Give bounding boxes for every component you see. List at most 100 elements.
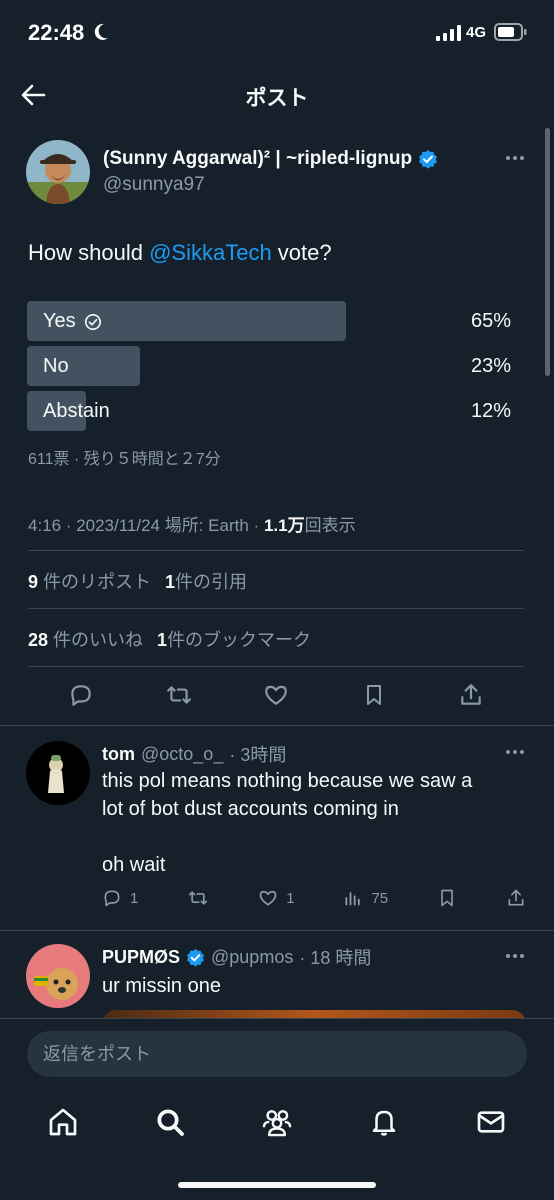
more-options-icon[interactable]: [506, 156, 524, 160]
author-avatar[interactable]: [26, 140, 90, 204]
verified-badge-icon: [419, 150, 438, 169]
poll-option-percent: 23%: [470, 355, 511, 377]
battery-icon: [494, 22, 528, 47]
mention-link[interactable]: @SikkaTech: [149, 240, 272, 265]
bar-chart-icon: [345, 892, 361, 906]
heart-icon: [265, 685, 287, 705]
home-indicator: [178, 1182, 376, 1188]
reply-button[interactable]: [66, 680, 96, 710]
like-count: 1: [286, 889, 295, 907]
poll-meta: 611票 · 残り５時間と２7分: [28, 451, 221, 468]
reply-author-handle[interactable]: @pupmos: [211, 947, 293, 968]
reply-text: this pol means nothing because we saw a …: [102, 767, 522, 879]
reply-icon: [104, 890, 120, 907]
view-count: 75: [371, 889, 389, 907]
reply-input[interactable]: [27, 1031, 527, 1077]
post-text: How should @SikkaTech vote?: [28, 240, 332, 266]
reply-text-line: oh wait: [102, 854, 166, 876]
reply-item[interactable]: tom @octo_o_ · 3時間 this pol means nothin…: [0, 725, 554, 930]
like-stats: 28 件のいいね 1件のブックマーク: [28, 626, 311, 652]
likes-count: 28: [28, 630, 49, 650]
page-title: ポスト: [245, 87, 309, 110]
reply-composer: [0, 1018, 554, 1090]
bookmarks-link[interactable]: 1件のブックマーク: [157, 630, 311, 650]
poll-option[interactable]: Yes 65%: [27, 301, 517, 341]
tab-communities[interactable]: [255, 1100, 299, 1144]
repost-icon: [189, 891, 208, 905]
share-icon: [461, 684, 481, 705]
reply-author-name[interactable]: PUPMØS: [102, 947, 180, 968]
quotes-link[interactable]: 1件の引用: [165, 572, 247, 592]
author-name-text: (Sunny Aggarwal)² | ~ripled-lignup: [103, 148, 413, 169]
reply-count: 1: [130, 889, 139, 907]
search-icon: [157, 1109, 185, 1136]
check-circle-icon: [84, 313, 101, 330]
reply-share-button[interactable]: [506, 888, 526, 908]
reply-icon: [71, 685, 91, 706]
post-action-bar: [28, 680, 524, 716]
reply-avatar[interactable]: [26, 944, 90, 1008]
repost-stats: 9 件のリポスト 1件の引用: [28, 568, 247, 594]
tab-messages[interactable]: [469, 1100, 513, 1144]
reply-author-handle[interactable]: @octo_o_: [141, 744, 223, 765]
poll-option[interactable]: Abstain 12%: [27, 391, 517, 431]
poll-option[interactable]: No 23%: [27, 346, 517, 386]
scrollbar[interactable]: [545, 128, 550, 376]
poll-option-percent: 12%: [470, 400, 511, 422]
moon-icon: [92, 22, 110, 47]
reply-repost-button[interactable]: [187, 888, 209, 908]
likes-label: 件のいいね: [53, 630, 144, 650]
reply-header: PUPMØS @pupmos · 18 時間: [102, 944, 371, 970]
reply-header: tom @octo_o_ · 3時間: [102, 741, 286, 767]
reposts-link[interactable]: 9 件のリポスト: [28, 572, 151, 592]
divider: [28, 608, 524, 609]
reply-avatar[interactable]: [26, 741, 90, 805]
reply-like-button[interactable]: 1: [258, 888, 295, 908]
more-options-icon[interactable]: [506, 954, 524, 958]
reply-time: · 3時間: [229, 745, 287, 765]
bookmark-icon: [366, 685, 381, 705]
mail-icon: [477, 1111, 504, 1133]
reply-text-line: ur missin one: [102, 975, 221, 997]
reply-author-name[interactable]: tom: [102, 744, 135, 765]
divider: [28, 550, 524, 551]
poll-option-text: No: [43, 355, 69, 377]
reply-action-bar: 1 1 75: [102, 888, 526, 908]
tab-search[interactable]: [148, 1100, 192, 1144]
header: ポスト: [0, 66, 554, 124]
signal-icon: [436, 25, 462, 46]
poll-option-text: Yes: [43, 310, 76, 332]
reply-bookmark-button[interactable]: [437, 888, 457, 908]
bookmarks-count: 1: [157, 630, 168, 650]
reply-reply-button[interactable]: 1: [102, 888, 138, 908]
network-label: 4G: [466, 24, 487, 41]
reply-views-button[interactable]: 75: [343, 888, 388, 908]
poll-option-text: Abstain: [43, 400, 110, 422]
poll-option-label: Abstain: [43, 400, 110, 423]
more-options-icon[interactable]: [506, 750, 524, 754]
author-handle[interactable]: @sunnya97: [103, 174, 205, 196]
share-icon: [508, 889, 524, 906]
quotes-label: 件の引用: [175, 572, 248, 592]
repost-button[interactable]: [164, 680, 194, 710]
reply-text: ur missin one: [102, 972, 522, 1000]
reply-text-line: lot of bot dust accounts coming in: [102, 798, 399, 820]
author-name[interactable]: (Sunny Aggarwal)² | ~ripled-lignup: [103, 148, 438, 170]
timestamp-text: 4:16 · 2023/11/24 場所: Earth ·: [28, 516, 264, 535]
bookmark-button[interactable]: [359, 680, 389, 710]
like-button[interactable]: [261, 680, 291, 710]
tab-notifications[interactable]: [362, 1100, 406, 1144]
reply-text-line: this pol means nothing because we saw a: [102, 770, 473, 792]
divider: [28, 666, 524, 667]
views-count: 1.1万: [263, 516, 305, 535]
poll-option-label: Yes: [43, 310, 102, 333]
reposts-label: 件のリポスト: [43, 572, 152, 592]
tab-home[interactable]: [41, 1100, 85, 1144]
heart-icon: [259, 890, 277, 906]
reply-item[interactable]: PUPMØS @pupmos · 18 時間 ur missin one: [0, 930, 554, 1020]
likes-link[interactable]: 28 件のいいね: [28, 630, 143, 650]
poll-option-percent: 65%: [470, 310, 511, 332]
share-button[interactable]: [456, 680, 486, 710]
reposts-count: 9: [28, 572, 39, 592]
reply-time: · 18 時間: [299, 948, 372, 968]
